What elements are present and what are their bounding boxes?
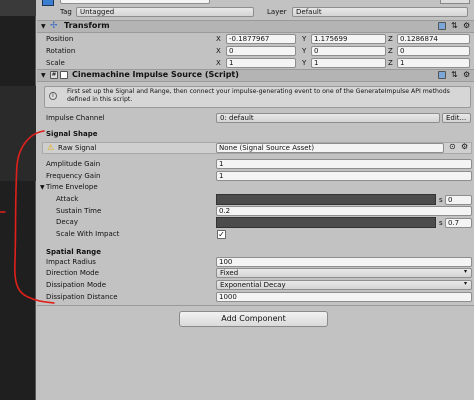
- red-annotation-bracket: [0, 130, 55, 304]
